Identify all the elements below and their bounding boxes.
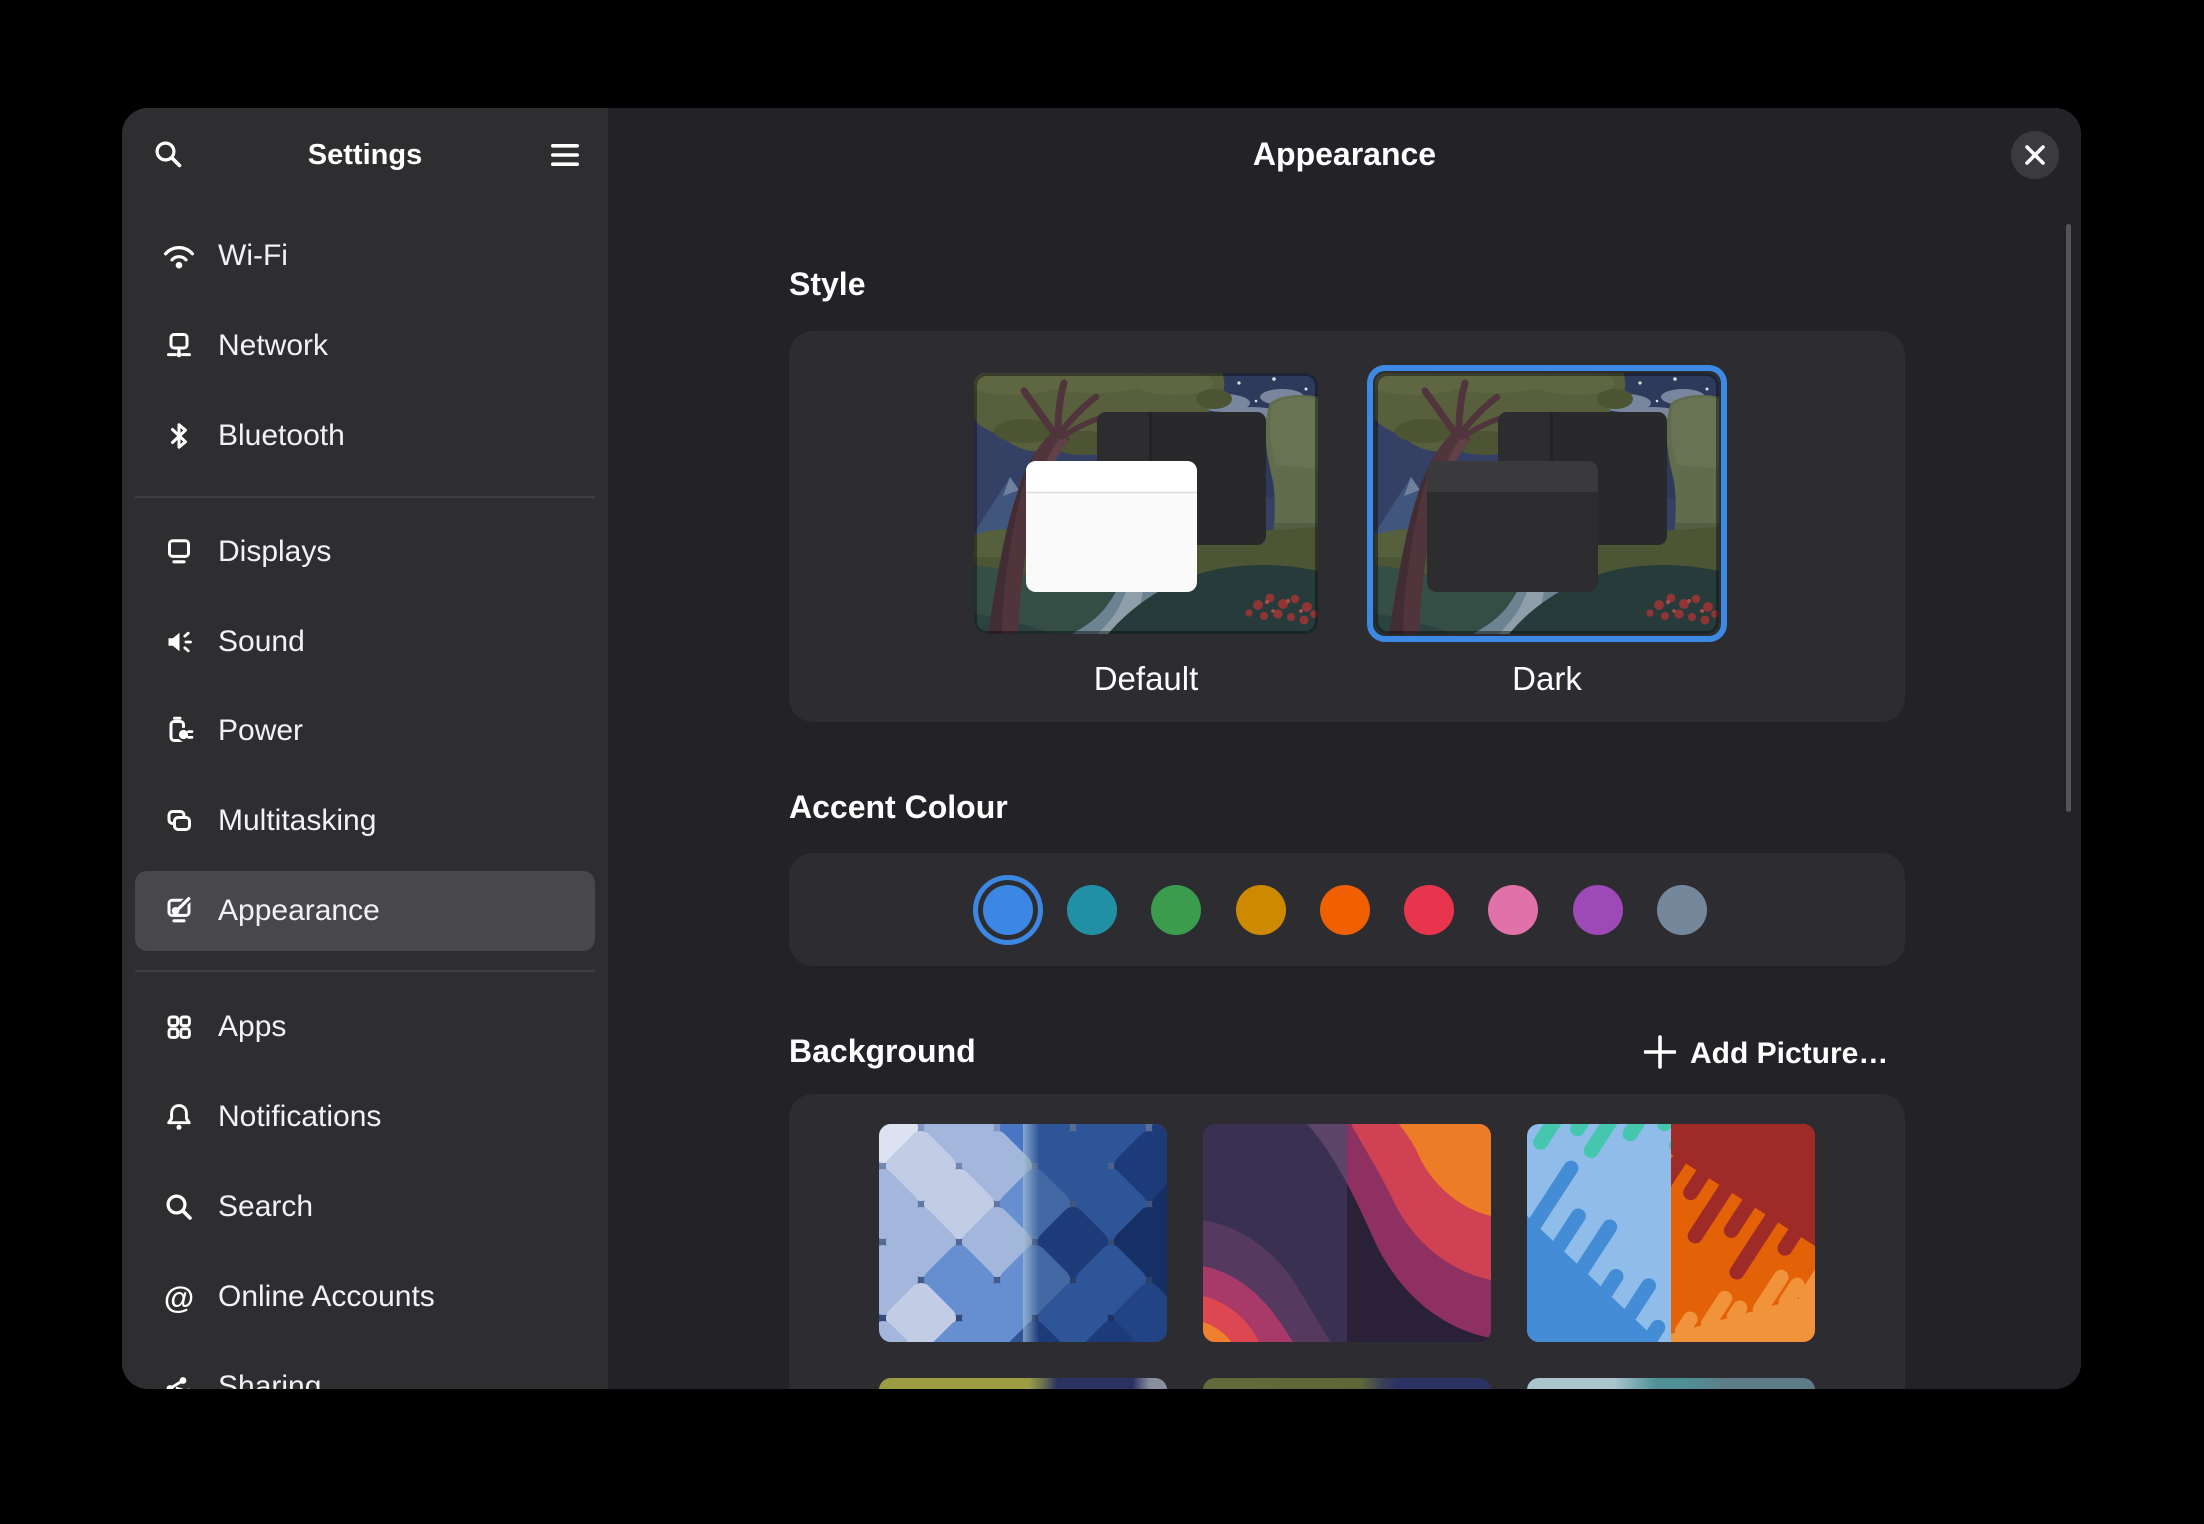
svg-text:@: @ bbox=[164, 1281, 194, 1313]
